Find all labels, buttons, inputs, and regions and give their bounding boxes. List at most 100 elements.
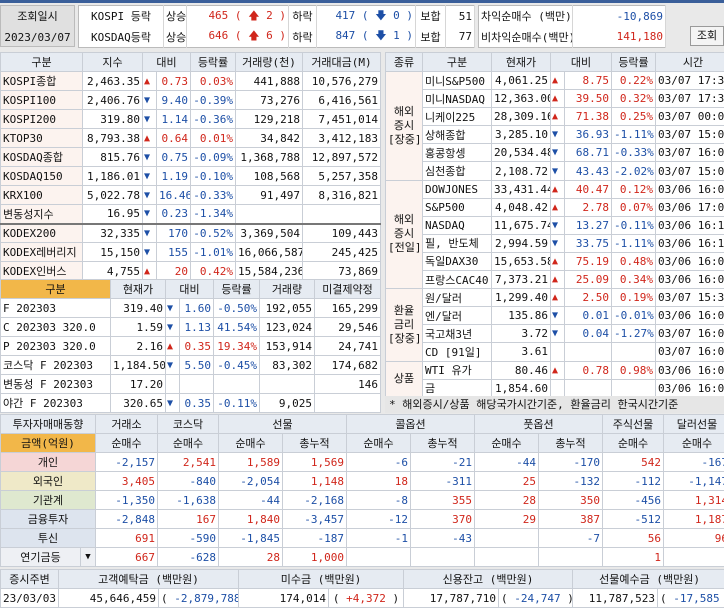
- index-row[interactable]: KRX1005,022.78▼16.46-0.33%91,4978,316,82…: [1, 186, 381, 205]
- index-name: KOSPI200: [1, 110, 83, 129]
- index-row[interactable]: KODEX레버리지15,150▼155-1.01%16,066,587245,4…: [1, 243, 381, 262]
- advance-value: 465: [208, 9, 228, 22]
- net-value: -44: [219, 491, 283, 510]
- arrow-down-icon: 🡇: [375, 9, 386, 22]
- net-value: 1,589: [219, 453, 283, 472]
- world-row[interactable]: 국고채3년3.72▼0.04-1.27%03/07 16:00: [386, 325, 724, 343]
- market-price: 3,285.10: [492, 126, 551, 144]
- index-row[interactable]: KTOP308,793.38▲0.640.01%34,8423,412,183: [1, 129, 381, 148]
- market-name: 금: [423, 379, 492, 397]
- net-value: 1,000: [283, 548, 347, 567]
- market-funds-table: 증시주변고객예탁금 (백만원)미수금 (백만원)신용잔고 (백만원)선물예수금 …: [0, 569, 724, 608]
- funds-change: ( -17,585 ): [658, 589, 724, 608]
- world-row[interactable]: CD [91일]3.6103/07 16:00: [386, 343, 724, 361]
- query-date[interactable]: 2023/03/07: [1, 27, 74, 48]
- net-value: -44: [475, 453, 539, 472]
- index-row[interactable]: 변동성지수16.95▼0.23-1.34%: [1, 205, 381, 224]
- net-value: 3,405: [96, 472, 158, 491]
- funds-value: 11,787,523: [573, 589, 658, 608]
- index-row[interactable]: KOSPI1002,406.76▼9.40-0.39%73,2766,416,5…: [1, 91, 381, 110]
- market-name: 상해종합: [423, 126, 492, 144]
- market-time: 03/06 16:15: [656, 216, 724, 234]
- market-time: 03/06 16:15: [656, 234, 724, 252]
- arrow-down-icon: ▼: [143, 243, 157, 262]
- futures-row[interactable]: 변동성 F 20230317.20146: [1, 375, 381, 394]
- market-rate: -0.01%: [612, 307, 656, 325]
- index-row[interactable]: KOSPI종합2,463.35▲0.730.03%441,88810,576,2…: [1, 72, 381, 91]
- market-change: [565, 379, 612, 397]
- market-price: 2,994.59: [492, 234, 551, 252]
- futures-row[interactable]: P 202303 320.02.16▲0.3519.34%153,91424,7…: [1, 337, 381, 356]
- market-rate: 0.32%: [612, 90, 656, 108]
- market-price: 2,108.72: [492, 162, 551, 180]
- world-row[interactable]: 독일DAX3015,653.58▲75.190.48%03/06 16:00: [386, 252, 724, 270]
- world-row[interactable]: 해외 증시 [장중]미니S&P5004,061.25▲8.750.22%03/0…: [386, 72, 724, 90]
- world-row[interactable]: 니케이22528,309.16▲71.380.25%03/07 00:00: [386, 108, 724, 126]
- contract-price: 1.59: [111, 318, 166, 337]
- world-row[interactable]: 금1,854.6003/06 16:00: [386, 379, 724, 397]
- world-row[interactable]: 필, 반도체2,994.59▼33.75-1.11%03/06 16:15: [386, 234, 724, 252]
- market-rate: -2.02%: [612, 162, 656, 180]
- world-row[interactable]: 상해종합3,285.10▼36.93-1.11%03/07 15:00: [386, 126, 724, 144]
- index-amount: 245,425: [303, 243, 381, 262]
- market-price: 12,363.00: [492, 90, 551, 108]
- net-value: -170: [539, 453, 603, 472]
- arrow-up-icon: ▲: [551, 271, 565, 289]
- investor-select[interactable]: 연기금등: [1, 548, 81, 567]
- world-row[interactable]: 해외 증시 [전일]DOWJONES33,431.44▲40.470.12%03…: [386, 180, 724, 198]
- net-value: -1,147: [664, 472, 724, 491]
- net-value: 370: [411, 510, 475, 529]
- contract-rate: -0.11%: [214, 394, 260, 413]
- net-value: 1: [603, 548, 664, 567]
- column-header: 거래량: [260, 280, 315, 299]
- market-change: 68.71: [565, 144, 612, 162]
- world-row[interactable]: 프랑스CAC407,373.21▲25.090.34%03/06 16:00: [386, 271, 724, 289]
- market-rate: 0.25%: [612, 108, 656, 126]
- market-name: 필, 반도체: [423, 234, 492, 252]
- world-row[interactable]: NASDAQ11,675.74▼13.27-0.11%03/06 16:15: [386, 216, 724, 234]
- header-row: 종류구분현재가대비등락률시간: [386, 53, 724, 72]
- futures-row[interactable]: F 202303319.40▼1.60-0.50%192,055165,299: [1, 299, 381, 318]
- world-row[interactable]: 심천종합2,108.72▼43.43-2.02%03/07 15:00: [386, 162, 724, 180]
- column-header: 구분: [423, 53, 492, 72]
- market-change: 36.93: [565, 126, 612, 144]
- dropdown-arrow-icon[interactable]: ▼: [81, 548, 96, 567]
- world-row[interactable]: 미니NASDAQ12,363.00▲39.500.32%03/07 17:38: [386, 90, 724, 108]
- arrow-down-icon: ▼: [143, 224, 157, 243]
- breadth-row: KOSDAQ등락상승646 ( 🡅 6 )하락847 ( 🡇 1 )보합77: [79, 27, 475, 48]
- subheader: 순매수: [664, 434, 724, 453]
- group-header: 주식선물: [603, 415, 664, 434]
- index-row[interactable]: KOSPI200319.80▼1.14-0.36%129,2187,451,01…: [1, 110, 381, 129]
- world-row[interactable]: 상품WTI 유가80.46▲0.780.98%03/06 16:00: [386, 361, 724, 379]
- world-row[interactable]: 엔/달러135.86▼0.01-0.01%03/06 16:00: [386, 307, 724, 325]
- net-value: -2,157: [96, 453, 158, 472]
- futures-row[interactable]: 코스닥 F 2023031,184.50▼5.50-0.45%83,302174…: [1, 356, 381, 375]
- column-header: 대비: [143, 53, 191, 72]
- futures-row[interactable]: C 202303 320.01.59▼1.1341.54%123,02429,5…: [1, 318, 381, 337]
- empty-cell: [551, 379, 565, 397]
- world-row[interactable]: 환율 금리 [장중]원/달러1,299.40▲2.500.19%03/07 15…: [386, 289, 724, 307]
- open-interest: 24,741: [315, 337, 381, 356]
- index-row[interactable]: KOSDAQ종합815.76▼0.75-0.09%1,368,78812,897…: [1, 148, 381, 167]
- market-time: 03/06 16:00: [656, 379, 724, 397]
- world-row[interactable]: 홍콩항셍20,534.48▼68.71-0.33%03/07 16:08: [386, 144, 724, 162]
- contract-rate: 41.54%: [214, 318, 260, 337]
- arrow-down-icon: ▼: [143, 186, 157, 205]
- query-button[interactable]: 조회: [690, 26, 724, 46]
- net-value: -311: [411, 472, 475, 491]
- column-header: 증시주변: [1, 570, 59, 589]
- futures-row[interactable]: 야간 F 202303320.65▼0.35-0.11%9,025: [1, 394, 381, 413]
- market-change: 33.75: [565, 234, 612, 252]
- world-row[interactable]: S&P5004,048.42▲2.780.07%03/06 17:03: [386, 198, 724, 216]
- market-price: 11,675.74: [492, 216, 551, 234]
- contract-price: 1,184.50: [111, 356, 166, 375]
- investor-name: 금융투자: [1, 510, 96, 529]
- net-value: [664, 548, 724, 567]
- net-value: -2,054: [219, 472, 283, 491]
- index-row[interactable]: KODEX인버스4,755▲200.42%15,584,23673,869: [1, 262, 381, 281]
- index-value: 4,755: [83, 262, 143, 281]
- unit-label: 금액(억원): [1, 434, 96, 453]
- funds-date: 23/03/03: [1, 589, 59, 608]
- index-row[interactable]: KOSDAQ1501,186.01▼1.19-0.10%108,5685,257…: [1, 167, 381, 186]
- index-row[interactable]: KODEX20032,335▼170-0.52%3,369,504109,443: [1, 224, 381, 243]
